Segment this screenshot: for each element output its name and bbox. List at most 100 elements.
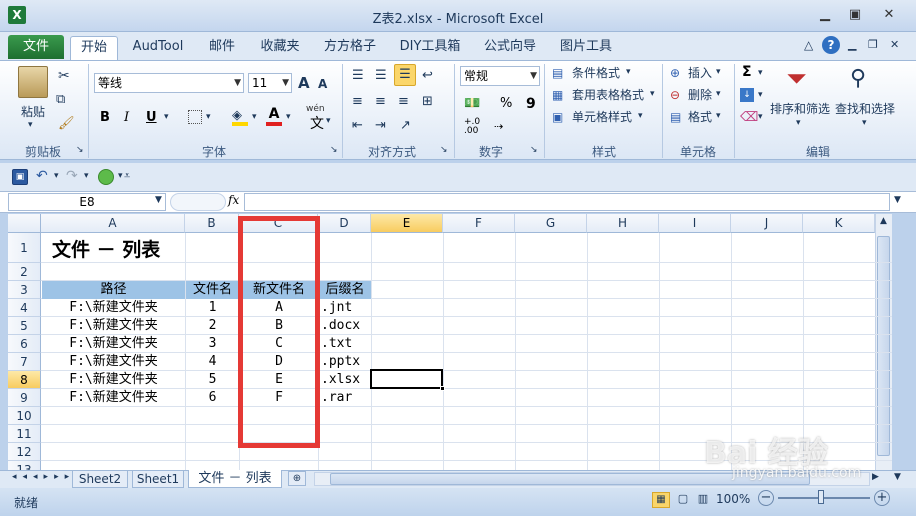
close-icon[interactable]: ✕	[878, 6, 900, 24]
clear-icon[interactable]: ⌫	[740, 110, 758, 125]
name-box[interactable]: E8	[8, 193, 166, 211]
column-header-a[interactable]: A	[41, 214, 185, 233]
insert-cells-icon[interactable]: ⊕	[670, 66, 680, 80]
filename-cell[interactable]: 4	[186, 353, 239, 371]
chevron-down-icon[interactable]: ▾	[206, 112, 211, 122]
align-right-icon[interactable]: ≡	[398, 94, 409, 109]
extension-cell[interactable]: .rar	[321, 389, 371, 407]
select-all-corner[interactable]	[8, 214, 41, 233]
tab-audtool[interactable]: AudTool	[126, 36, 190, 60]
chevron-down-icon[interactable]: ▾	[54, 171, 59, 181]
font-color-icon[interactable]: A	[266, 106, 282, 126]
chevron-down-icon[interactable]: ▾	[862, 118, 867, 128]
align-top-icon[interactable]: ☰	[352, 68, 364, 83]
cell-styles-icon[interactable]: ▣	[552, 110, 563, 124]
delete-cells-button[interactable]: 删除	[688, 87, 712, 103]
sheet-tab-sheet1[interactable]: Sheet1	[132, 470, 184, 488]
chevron-down-icon[interactable]: ▼	[155, 195, 162, 205]
vertical-scroll-thumb[interactable]	[877, 236, 890, 456]
orientation-icon[interactable]: ↗	[400, 118, 411, 133]
currency-icon[interactable]: 💵	[464, 96, 480, 111]
italic-button[interactable]: I	[124, 110, 129, 125]
paste-button-label[interactable]: 粘贴	[18, 104, 48, 120]
header-cell-path[interactable]: 路径	[42, 281, 185, 299]
bold-button[interactable]: B	[100, 110, 110, 125]
extension-cell[interactable]: .txt	[321, 335, 371, 353]
chevron-down-icon[interactable]: ▾	[118, 171, 123, 181]
expand-formula-bar-icon[interactable]: ▼	[894, 195, 901, 205]
increase-decimal-button[interactable]: +.0 .00	[464, 118, 480, 136]
font-launcher-icon[interactable]: ↘	[330, 145, 338, 155]
cut-icon[interactable]: ✂	[58, 68, 70, 84]
copy-icon[interactable]: ⧉	[56, 92, 65, 107]
row-header-6[interactable]: 6	[8, 335, 41, 353]
cell-styles-button[interactable]: 单元格样式	[572, 109, 632, 125]
chevron-down-icon[interactable]: ▾	[84, 171, 89, 181]
comma-style-button[interactable]: 9	[526, 96, 536, 112]
decrease-indent-icon[interactable]: ⇤	[352, 118, 363, 133]
column-header-d[interactable]: D	[318, 214, 371, 233]
active-cell-e8[interactable]	[370, 369, 443, 389]
zoom-out-icon[interactable]: −	[758, 490, 774, 506]
extension-cell[interactable]: .xlsx	[321, 371, 371, 389]
chevron-down-icon[interactable]: ▾	[626, 67, 631, 77]
column-header-i[interactable]: I	[659, 214, 731, 233]
decrease-decimal-icon[interactable]: ⇢	[494, 120, 503, 133]
save-icon[interactable]: ▣	[12, 169, 28, 185]
number-launcher-icon[interactable]: ↘	[530, 145, 538, 155]
doc-minimize-icon[interactable]: ▁	[848, 38, 856, 51]
help-icon[interactable]: ?	[822, 36, 840, 54]
customize-qat-icon[interactable]: ⩡	[124, 169, 130, 183]
format-cells-icon[interactable]: ▤	[670, 110, 681, 124]
doc-restore-icon[interactable]: ❐	[868, 38, 878, 51]
header-cell-extension[interactable]: 后缀名	[319, 281, 371, 299]
tab-home[interactable]: 开始	[70, 36, 118, 60]
clipboard-launcher-icon[interactable]: ↘	[76, 145, 84, 155]
column-header-b[interactable]: B	[185, 214, 239, 233]
scroll-down-icon[interactable]: ▼	[894, 472, 901, 482]
tab-fangfang[interactable]: 方方格子	[318, 36, 382, 60]
redo-icon[interactable]: ↷	[66, 168, 78, 184]
find-select-icon[interactable]: ⚲	[850, 66, 866, 91]
row-header-4[interactable]: 4	[8, 299, 41, 317]
path-cell[interactable]: F:\新建文件夹	[42, 317, 185, 335]
page-break-view-icon[interactable]: ▥	[694, 492, 712, 508]
path-cell[interactable]: F:\新建文件夹	[42, 299, 185, 317]
chevron-down-icon[interactable]: ▾	[286, 112, 291, 122]
tab-picture-tools[interactable]: 图片工具	[554, 36, 618, 60]
page-layout-view-icon[interactable]: ▢	[674, 492, 692, 508]
row-header-10[interactable]: 10	[8, 407, 41, 425]
align-left-icon[interactable]: ≡	[352, 94, 363, 109]
row-header-8[interactable]: 8	[8, 371, 41, 389]
fill-handle[interactable]	[440, 386, 445, 391]
column-header-e[interactable]: E	[371, 214, 443, 233]
tab-diy-toolbox[interactable]: DIY工具箱	[394, 36, 466, 60]
path-cell[interactable]: F:\新建文件夹	[42, 389, 185, 407]
conditional-format-button[interactable]: 条件格式	[572, 65, 620, 81]
fill-icon[interactable]: ↓	[740, 88, 754, 102]
shrink-font-icon[interactable]: A	[318, 77, 327, 91]
chevron-down-icon[interactable]: ▾	[638, 111, 643, 121]
row-header-2[interactable]: 2	[8, 263, 41, 281]
row-header-12[interactable]: 12	[8, 443, 41, 461]
row-header-3[interactable]: 3	[8, 281, 41, 299]
column-header-j[interactable]: J	[731, 214, 803, 233]
tab-formula-wizard[interactable]: 公式向导	[478, 36, 542, 60]
format-painter-icon[interactable]: 🖌	[58, 116, 75, 131]
align-bottom-icon[interactable]: ☰	[394, 64, 416, 86]
tab-favorites[interactable]: 收藏夹	[254, 36, 306, 60]
percent-button[interactable]: %	[500, 96, 512, 111]
find-select-button[interactable]: 查找和选择	[832, 101, 898, 117]
chevron-down-icon[interactable]: ▾	[758, 68, 763, 78]
row-header-1[interactable]: 1	[8, 233, 41, 263]
extension-cell[interactable]: .pptx	[321, 353, 371, 371]
chevron-down-icon[interactable]: ▾	[716, 89, 721, 99]
zoom-slider-thumb[interactable]	[818, 490, 824, 504]
chevron-down-icon[interactable]: ▾	[164, 112, 169, 122]
font-size-combo[interactable]: 11 ▼	[248, 73, 292, 93]
font-name-combo[interactable]: 等线 ▼	[94, 73, 244, 93]
custom-macro-icon[interactable]	[98, 169, 114, 185]
paste-dropdown-icon[interactable]: ▾	[28, 120, 33, 130]
chevron-down-icon[interactable]: ▾	[758, 112, 763, 122]
chevron-down-icon[interactable]: ▾	[758, 90, 763, 100]
